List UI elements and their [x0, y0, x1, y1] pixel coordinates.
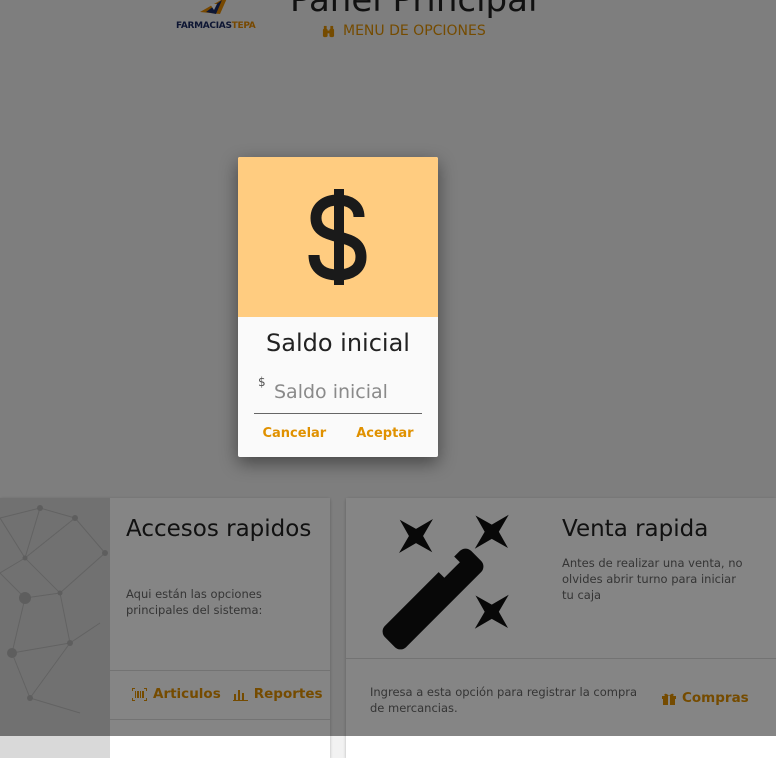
cancel-button[interactable]: Cancelar: [262, 426, 326, 441]
dialog-actions: Cancelar Aceptar: [238, 426, 438, 441]
accept-button[interactable]: Aceptar: [356, 426, 413, 441]
dollar-sign-icon: [308, 189, 367, 285]
initial-balance-dialog: Saldo inicial $ Cancelar Aceptar: [238, 157, 438, 457]
currency-prefix: $: [258, 375, 266, 389]
initial-balance-input[interactable]: [274, 377, 424, 407]
balance-input-container: $: [254, 373, 424, 414]
dialog-header: [238, 157, 438, 317]
dialog-title: Saldo inicial: [266, 329, 410, 357]
